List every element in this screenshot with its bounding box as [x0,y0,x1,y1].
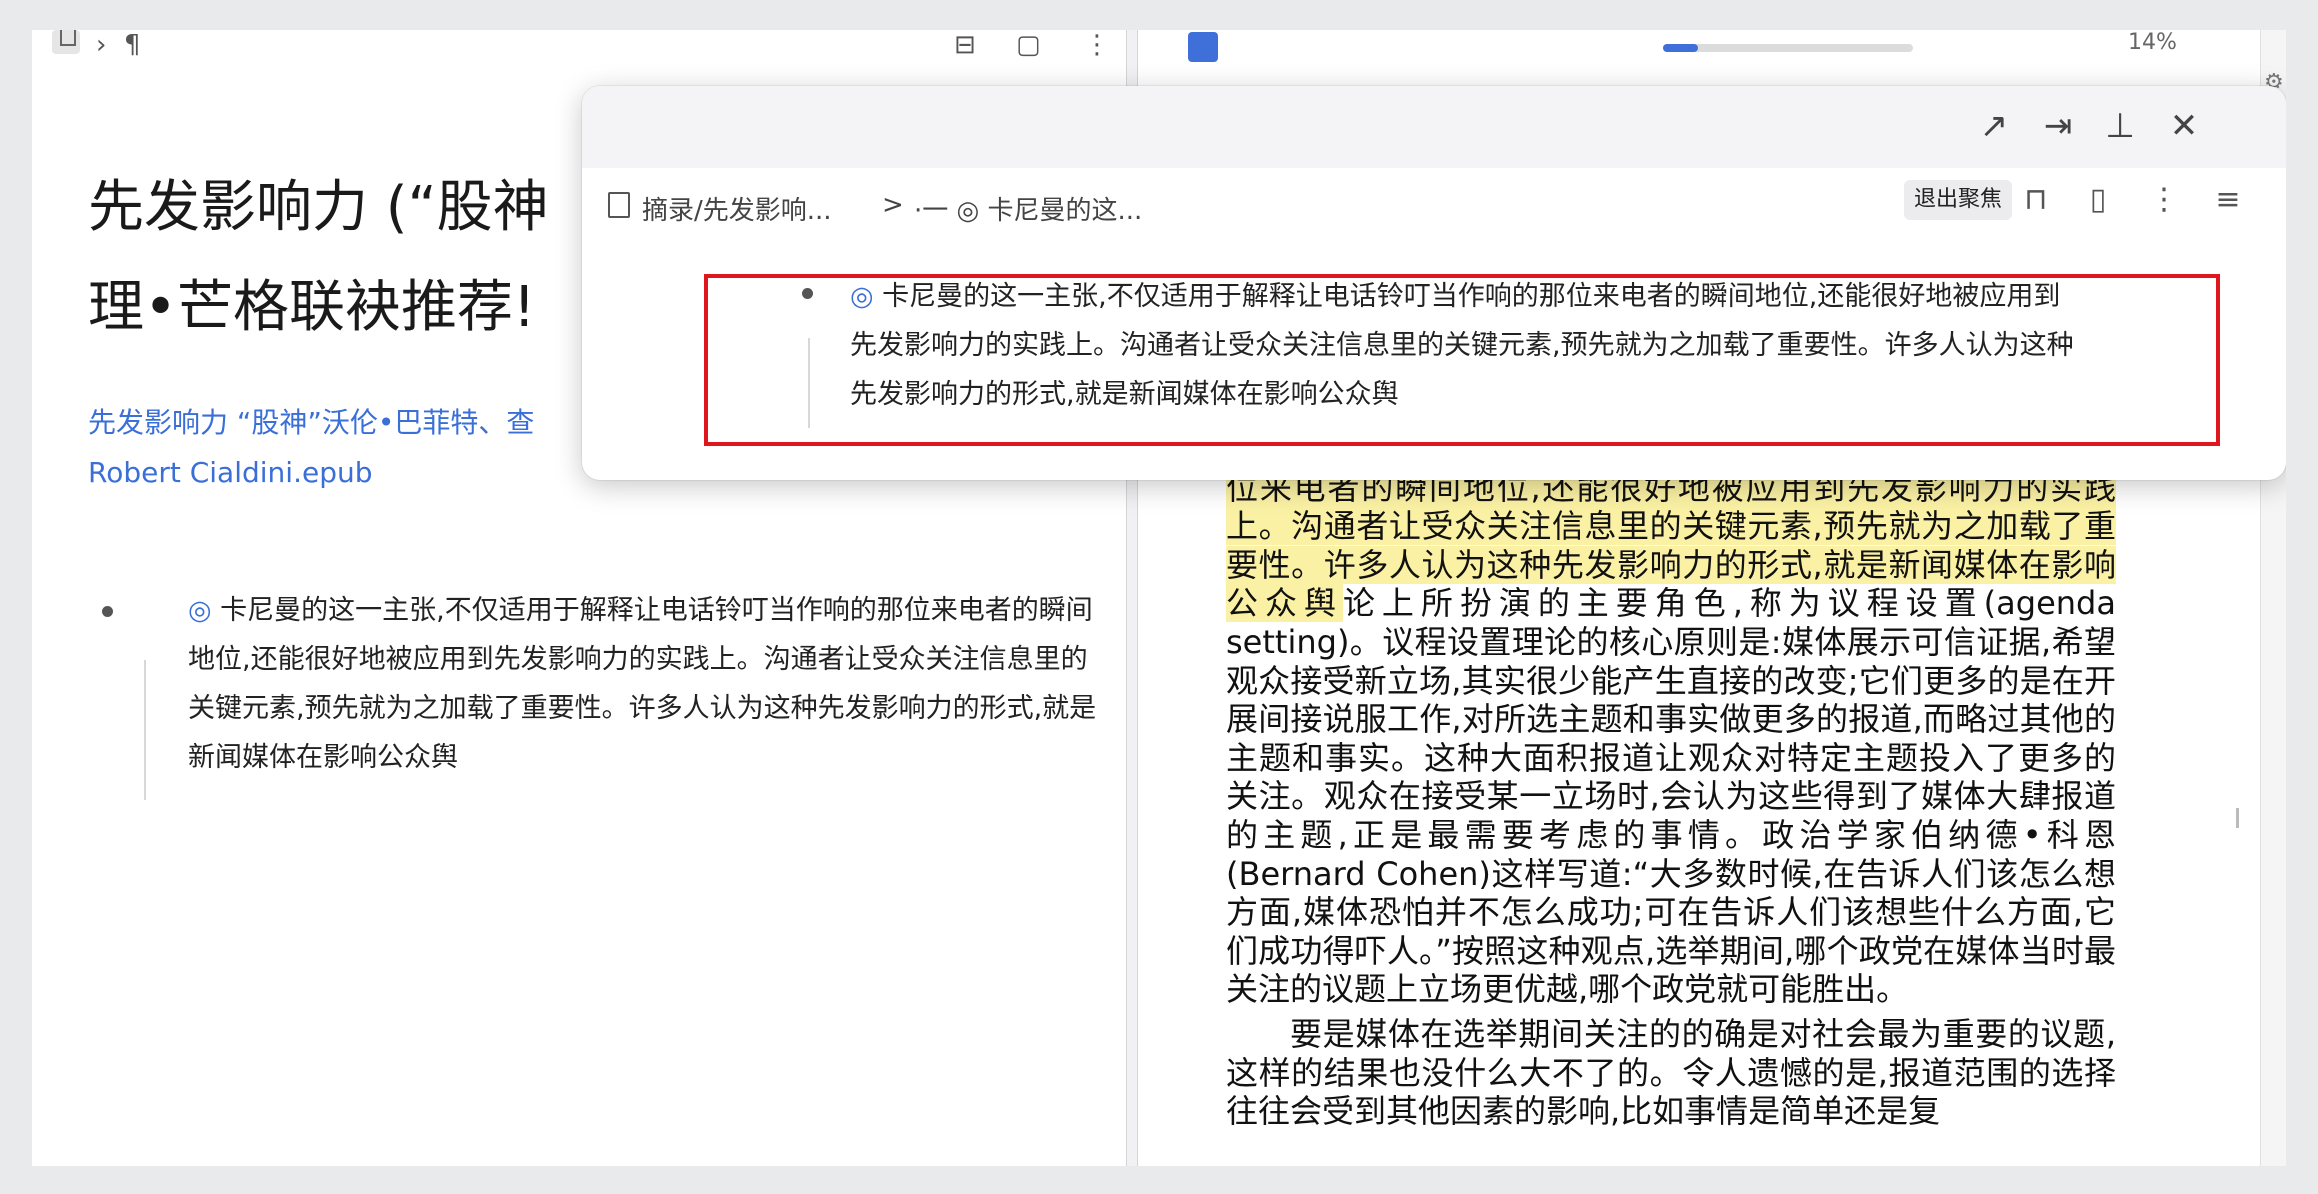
target-icon: ◎ [188,595,212,626]
pilcrow-icon[interactable]: ¶ [124,30,141,60]
file-icon [608,192,630,218]
breadcrumb: 摘录/先发影响... > ·一 ◎ 卡尼曼的这... 退出聚焦 ⊓ ▯ ⋮ ≡ [582,168,2286,238]
document-icon[interactable]: ▯ [2078,182,2118,218]
close-icon[interactable]: ✕ [2164,106,2204,146]
reader-paragraph: 卡尼曼的这一主张,不仅适用于解释让电话铃叮当作响的那位来电者的瞬间地位,还能很好… [1226,430,2116,1009]
sidebar-toggle-icon[interactable] [52,30,80,54]
breadcrumb-doc[interactable]: 摘录/先发影响... [642,190,832,227]
block-guide-line [808,338,810,428]
progress-percent: 14% [2128,30,2177,55]
bullet-icon[interactable] [802,288,813,299]
reader-toolbar: 14% [1138,30,2286,70]
source-link[interactable]: 先发影响力 “股神”沃伦•巴菲特、查 Robert Cialdini.epub [88,398,648,498]
more-vertical-icon[interactable]: ⋮ [2144,182,2184,218]
move-out-icon[interactable]: ⇥ [2038,106,2078,146]
breadcrumb-separator: > [882,190,904,220]
epub-content[interactable]: 卡尼曼的这一主张,不仅适用于解释让电话铃叮当作响的那位来电者的瞬间地位,还能很好… [1226,430,2116,1137]
editor-toolbar: › ¶ ⊟ ▢ ⋮ [32,30,1126,64]
reader-paragraph: 要是媒体在选举期间关注的的确是对社会最为重要的议题,这样的结果也没什么大不了的。… [1226,1014,2116,1131]
progress-fill [1663,44,1698,52]
bullet-icon[interactable] [102,606,113,617]
breadcrumb-block[interactable]: ·一 ◎ 卡尼曼的这... [914,190,1142,227]
focused-block-content[interactable]: ◎ 卡尼曼的这一主张,不仅适用于解释让电话铃叮当作响的那位来电者的瞬间地位,还能… [850,272,2086,419]
chevron-right-icon: › [96,30,107,60]
app-window: › ¶ ⊟ ▢ ⋮ 先发影响力 (“股神 理•芒格联袂推荐! 先发影响力 “股神… [32,30,2286,1166]
popup-header: ↗ ⇥ ⊥ ✕ [582,86,2286,168]
more-vertical-icon[interactable]: ⋮ [1084,30,1110,60]
outline-menu-icon[interactable]: ≡ [2208,182,2248,218]
document-icon[interactable]: ▢ [1016,30,1041,60]
block-content[interactable]: ◎ 卡尼曼的这一主张,不仅适用于解释让电话铃叮当作响的那位来电者的瞬间地位,还能… [188,586,1098,782]
target-icon: ◎ [850,281,874,312]
focus-popup: ↗ ⇥ ⊥ ✕ 摘录/先发影响... > ·一 ◎ 卡尼曼的这... 退出聚焦 … [582,86,2286,480]
scrollbar[interactable] [2236,808,2239,828]
reader-play-icon[interactable] [1188,32,1218,62]
unlock-icon[interactable]: ⊓ [2016,182,2056,218]
layout-icon[interactable]: ⊟ [954,30,976,60]
pin-icon[interactable]: ⊥ [2100,106,2140,146]
block-guide-line [144,660,146,800]
reading-progress[interactable] [1663,44,1913,52]
arrow-up-right-icon[interactable]: ↗ [1974,106,2014,146]
exit-focus-button[interactable]: 退出聚焦 [1904,180,2013,220]
